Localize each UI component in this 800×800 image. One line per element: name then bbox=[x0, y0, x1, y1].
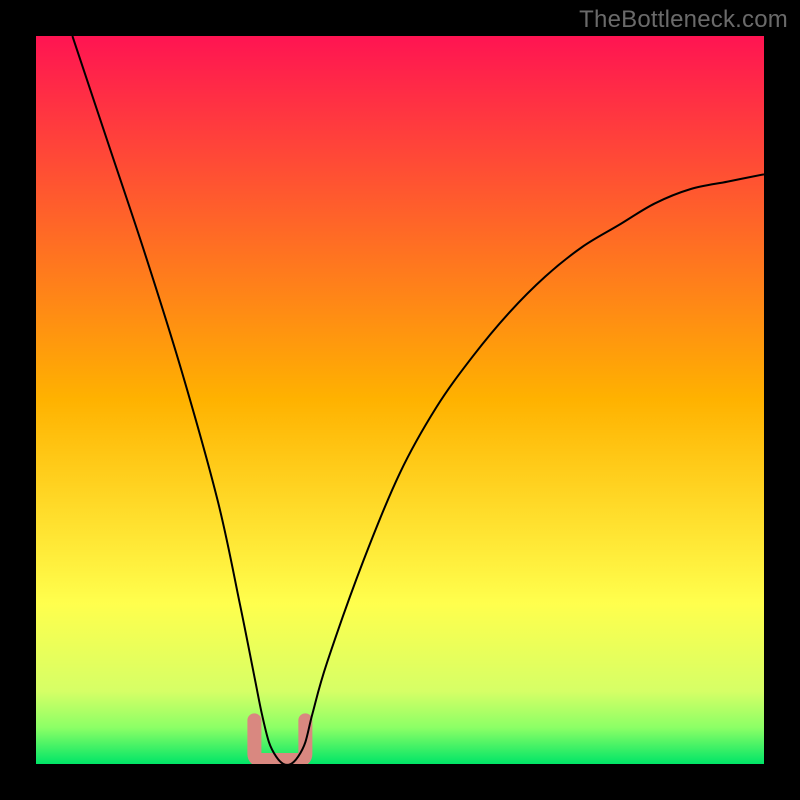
gradient-background bbox=[36, 36, 764, 764]
bottleneck-chart bbox=[36, 36, 764, 764]
plot-area bbox=[36, 36, 764, 764]
watermark-text: TheBottleneck.com bbox=[579, 6, 788, 34]
chart-frame: TheBottleneck.com bbox=[0, 0, 800, 800]
